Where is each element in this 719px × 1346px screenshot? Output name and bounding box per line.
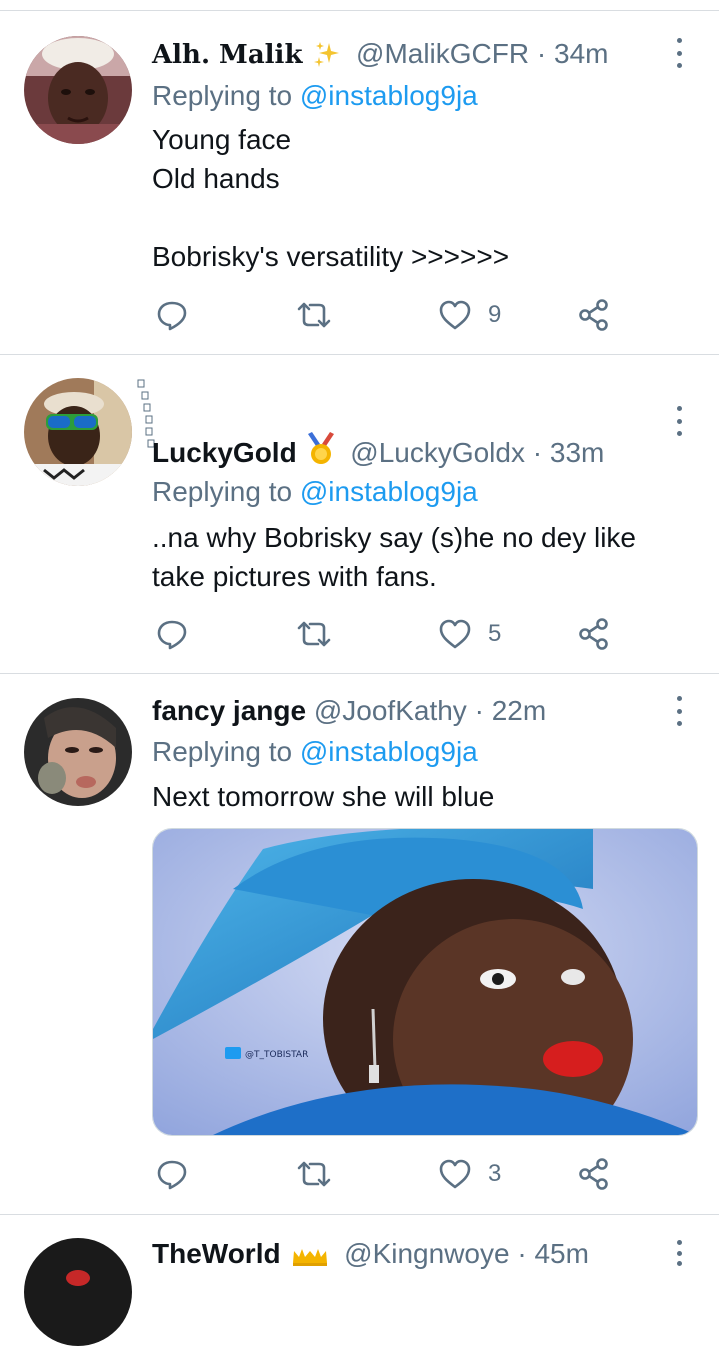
more-icon[interactable]	[670, 1240, 688, 1266]
retweet-button[interactable]	[296, 614, 332, 654]
tweet-media-image[interactable]: @T_TOBISTAR	[152, 828, 698, 1136]
retweet-icon	[297, 302, 331, 328]
replying-to: Replying to @instablog9ja	[152, 474, 478, 510]
display-name[interactable]: LuckyGold	[152, 437, 297, 468]
tweet-header: LuckyGold @LuckyGoldx · 33m	[152, 432, 659, 475]
tweet-text: ..na why Bobrisky say (s)he no dey like …	[152, 522, 636, 592]
avatar[interactable]	[24, 378, 132, 486]
timestamp[interactable]: 22m	[492, 695, 546, 726]
sparkles-icon	[314, 40, 340, 76]
tweet-header: fancy jange @JoofKathy · 22m	[152, 693, 659, 729]
replying-to: Replying to @instablog9ja	[152, 78, 478, 114]
avatar[interactable]	[24, 698, 132, 806]
retweet-icon	[297, 621, 331, 647]
user-handle[interactable]: @JoofKathy	[314, 695, 467, 726]
tweet-text: Young face Old hands Bobrisky's versatil…	[152, 124, 510, 272]
user-handle[interactable]: @MalikGCFR	[356, 38, 529, 69]
reply-icon	[157, 301, 187, 331]
separator: ·	[536, 38, 547, 69]
display-name[interactable]: TheWorld	[152, 1238, 281, 1269]
tweet-divider	[0, 354, 719, 355]
more-icon[interactable]	[670, 406, 688, 436]
share-button[interactable]	[578, 1154, 610, 1194]
retweet-icon	[297, 1161, 331, 1187]
avatar[interactable]	[24, 36, 132, 144]
mention-link[interactable]: @instablog9ja	[300, 736, 478, 767]
replying-to-label: Replying to	[152, 476, 293, 507]
top-divider	[0, 10, 719, 11]
media-watermark: @T_TOBISTAR	[245, 1050, 308, 1060]
tweet-text: Next tomorrow she will blue	[152, 781, 495, 812]
mention-link[interactable]: @instablog9ja	[300, 476, 478, 507]
user-handle[interactable]: @Kingnwoye	[344, 1238, 509, 1269]
like-count: 9	[488, 301, 502, 328]
retweet-button[interactable]	[296, 295, 332, 335]
share-icon	[579, 1158, 608, 1190]
user-handle[interactable]: @LuckyGoldx	[350, 437, 525, 468]
crowns-icon	[292, 1240, 328, 1276]
separator: ·	[517, 1238, 527, 1269]
medal-icon	[308, 432, 335, 475]
like-button[interactable]: 5	[438, 614, 501, 654]
replying-to-label: Replying to	[152, 80, 293, 111]
tweet-divider	[0, 673, 719, 674]
display-name[interactable]: Alh. Malik	[152, 40, 302, 70]
like-button[interactable]: 3	[438, 1154, 501, 1194]
like-button[interactable]: 9	[438, 295, 501, 335]
share-button[interactable]	[578, 295, 610, 335]
replying-to: Replying to @instablog9ja	[152, 734, 478, 770]
like-count: 5	[488, 620, 502, 647]
timestamp[interactable]: 45m	[534, 1238, 588, 1269]
retweet-button[interactable]	[296, 1154, 332, 1194]
timestamp[interactable]: 33m	[550, 437, 604, 468]
tweet-actions: 3	[152, 1154, 672, 1194]
mention-link[interactable]: @instablog9ja	[300, 80, 478, 111]
tweet-header: TheWorld @Kingnwoye · 45m	[152, 1236, 659, 1276]
reply-button[interactable]	[156, 614, 188, 654]
tweet-actions: 5	[152, 614, 672, 654]
like-icon	[439, 1159, 471, 1189]
timestamp[interactable]: 34m	[554, 38, 608, 69]
like-icon	[439, 619, 471, 649]
like-icon	[439, 300, 471, 330]
tweet-actions: 9	[152, 295, 672, 335]
reply-button[interactable]	[156, 1154, 188, 1194]
like-count: 3	[488, 1160, 502, 1187]
more-icon[interactable]	[670, 38, 688, 68]
share-icon	[579, 618, 608, 650]
reply-icon	[157, 620, 187, 650]
tweet-header: Alh. Malik @MalikGCFR · 34m	[152, 36, 659, 76]
reply-icon	[157, 1160, 187, 1190]
display-name[interactable]: fancy jange	[152, 695, 306, 726]
reply-button[interactable]	[156, 295, 188, 335]
replying-to-label: Replying to	[152, 736, 293, 767]
share-icon	[579, 299, 608, 331]
share-button[interactable]	[578, 614, 610, 654]
avatar[interactable]	[24, 1238, 132, 1346]
more-icon[interactable]	[670, 696, 688, 726]
tweet-divider	[0, 1214, 719, 1215]
separator: ·	[474, 695, 484, 726]
separator: ·	[532, 437, 543, 468]
